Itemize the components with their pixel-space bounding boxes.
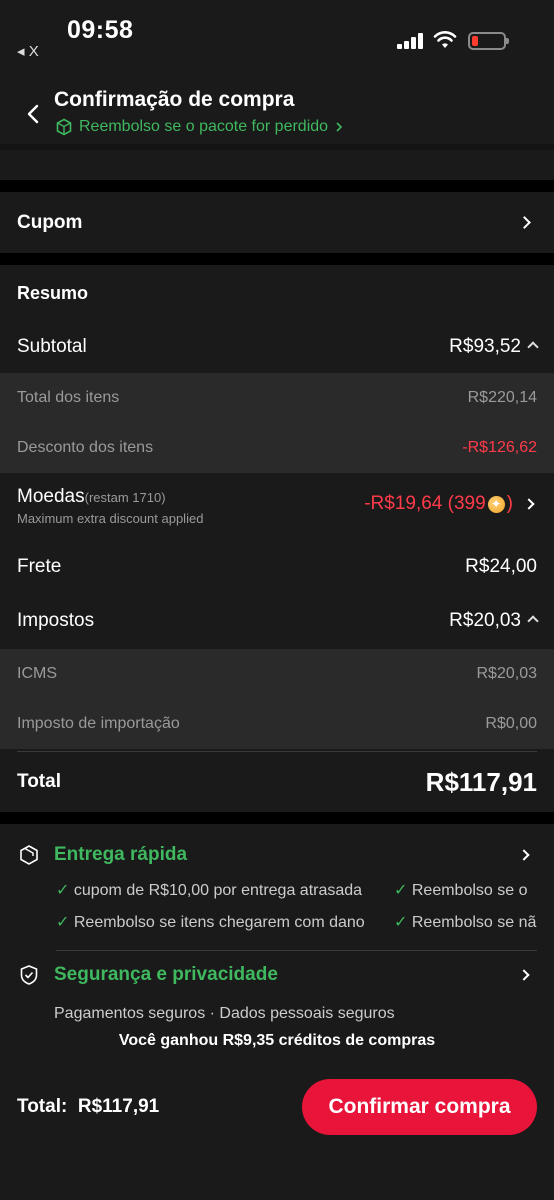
import-tax-label: Imposto de importação <box>17 715 180 732</box>
signal-icon <box>397 33 425 49</box>
total-label: Total <box>17 771 61 792</box>
items-total-label: Total dos itens <box>17 389 120 406</box>
chevron-right-icon <box>518 214 531 232</box>
taxes-label: Impostos <box>17 610 95 631</box>
footer-total-label: Total: <box>17 1096 68 1117</box>
total-value: R$117,91 <box>425 766 537 797</box>
back-to-app-link[interactable]: ◂ X <box>17 42 39 60</box>
feature-refund-other: Reembolso se nã <box>411 914 537 931</box>
subtotal-value: R$93,52 <box>449 336 521 357</box>
shield-icon <box>20 965 38 985</box>
icms-value: R$20,03 <box>476 665 538 682</box>
coins-discount-value: -R$19,64 (399 <box>364 493 486 514</box>
delivery-features: ✓ cupom de R$10,00 por entrega atrasada … <box>56 880 538 940</box>
battery-icon <box>468 32 509 50</box>
confirm-purchase-button[interactable]: Confirmar compra <box>302 1079 537 1135</box>
shipping-value: R$24,00 <box>465 556 537 577</box>
chevron-right-icon <box>518 846 530 864</box>
package-icon <box>20 845 38 865</box>
chevron-right-icon <box>518 966 530 984</box>
subtotal-row[interactable]: Subtotal R$93,52 <box>0 321 554 373</box>
wifi-icon <box>433 31 457 48</box>
check-icon: ✓ <box>394 914 408 931</box>
coins-label: Moedas <box>17 486 85 507</box>
back-arrow-icon[interactable] <box>22 102 46 126</box>
status-bar: 09:58 ◂ X <box>0 0 554 70</box>
coins-remaining: (restam 1710) <box>84 490 166 505</box>
scrolled-content-edge <box>0 144 554 150</box>
coin-icon: ✦ <box>487 495 505 513</box>
fast-delivery-title: Entrega rápida <box>54 844 188 865</box>
chevron-up-icon <box>521 338 539 356</box>
fast-delivery-row[interactable]: Entrega rápida <box>18 844 538 866</box>
chevron-right-icon <box>336 122 343 132</box>
taxes-value: R$20,03 <box>449 610 521 631</box>
coins-row[interactable]: Moedas(restam 1710) Maximum extra discou… <box>0 475 554 541</box>
chevron-up-icon <box>521 612 539 630</box>
footer-total: Total: R$117,91 <box>17 1096 159 1118</box>
page-header: Confirmação de compra Reembolso se o pac… <box>0 70 554 180</box>
feature-refund-lost: Reembolso se o <box>411 882 528 899</box>
security-title: Segurança e privacidade <box>54 964 278 985</box>
chevron-right-icon <box>523 495 535 513</box>
page-title: Confirmação de compra <box>54 88 295 111</box>
coins-value-close: ) <box>506 493 513 514</box>
status-time: 09:58 <box>67 16 134 44</box>
refund-guarantee-link[interactable]: Reembolso se o pacote for perdido <box>55 118 344 136</box>
shipping-label: Frete <box>17 556 62 577</box>
security-row[interactable]: Segurança e privacidade <box>18 964 538 986</box>
items-total-value: R$220,14 <box>467 389 537 406</box>
coupon-row[interactable]: Cupom <box>0 192 554 253</box>
taxes-row[interactable]: Impostos R$20,03 <box>0 593 554 649</box>
security-description: Pagamentos seguros · Dados pessoais segu… <box>54 1005 395 1022</box>
check-icon: ✓ <box>56 914 70 931</box>
feature-late-coupon: cupom de R$10,00 por entrega atrasada <box>73 882 363 899</box>
footer-total-value: R$117,91 <box>77 1096 160 1117</box>
benefits-card: Entrega rápida ✓ cupom de R$10,00 por en… <box>0 824 554 1200</box>
icms-label: ICMS <box>17 665 57 682</box>
items-discount-value: -R$126,62 <box>462 439 537 456</box>
summary-title: Resumo <box>17 282 89 303</box>
subtotal-label: Subtotal <box>17 336 87 357</box>
coupon-label: Cupom <box>17 211 83 233</box>
package-icon <box>56 118 72 136</box>
coins-note: Maximum extra discount applied <box>17 511 204 526</box>
items-discount-label: Desconto dos itens <box>17 439 154 456</box>
feature-refund-damaged: Reembolso se itens chegarem com dano <box>73 914 365 931</box>
check-icon: ✓ <box>394 882 408 899</box>
credits-earned: Você ganhou R$9,35 créditos de compras <box>118 1032 436 1049</box>
check-icon: ✓ <box>56 882 70 899</box>
refund-text: Reembolso se o pacote for perdido <box>79 118 329 135</box>
summary-card: Resumo Subtotal R$93,52 Total dos itens … <box>0 265 554 812</box>
divider <box>56 950 537 951</box>
import-tax-value: R$0,00 <box>485 715 537 732</box>
